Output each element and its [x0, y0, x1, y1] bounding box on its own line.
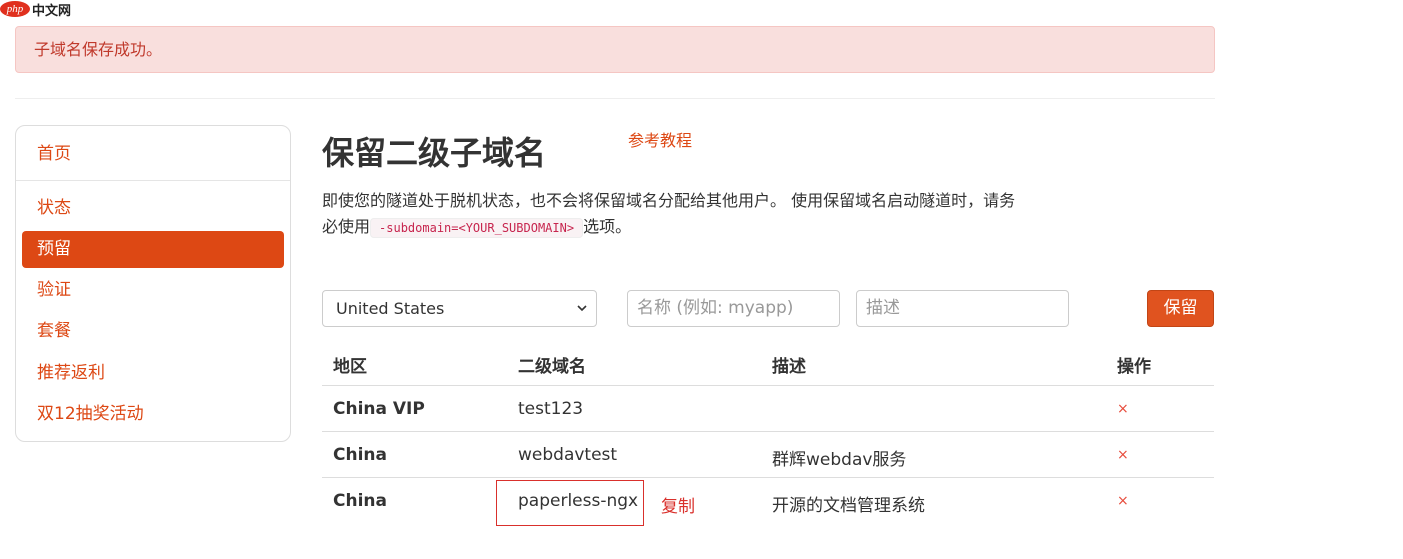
row-region: China — [333, 445, 387, 465]
row-subdomain: webdavtest — [518, 445, 618, 465]
alert-message: 子域名保存成功。 — [34, 40, 163, 59]
row-description: 开源的文档管理系统 — [772, 496, 925, 516]
tutorial-link[interactable]: 参考教程 — [628, 127, 692, 151]
sidebar-item-status[interactable]: 状态 — [22, 190, 284, 227]
sidebar-nav: 首页 状态 预留 验证 套餐 推荐返利 双12抽奖活动 — [15, 125, 291, 442]
row-description: 群辉webdav服务 — [772, 450, 907, 470]
table-row-divider — [322, 477, 1214, 478]
sidebar-item-referral[interactable]: 推荐返利 — [22, 355, 284, 392]
reserve-button[interactable]: 保留 — [1147, 290, 1214, 327]
region-select[interactable]: United States — [322, 290, 597, 327]
logo-php-badge: php — [0, 1, 30, 17]
sidebar-item-lottery[interactable]: 双12抽奖活动 — [22, 396, 284, 433]
sidebar-divider — [16, 180, 290, 181]
desc-placeholder: 描述 — [866, 298, 900, 318]
region-selected-value: United States — [336, 299, 445, 318]
delete-icon[interactable]: × — [1117, 447, 1129, 463]
header-divider — [15, 98, 1215, 99]
table-header-region: 地区 — [333, 357, 367, 377]
logo-site-name: 中文网 — [32, 3, 72, 19]
table-header-description: 描述 — [772, 357, 806, 377]
sidebar-item-reserve[interactable]: 预留 — [22, 231, 284, 268]
success-alert: 子域名保存成功。 — [15, 26, 1215, 73]
copy-annotation[interactable]: 复制 — [661, 492, 695, 517]
table-header-subdomain: 二级域名 — [518, 357, 586, 377]
highlight-box — [496, 480, 644, 526]
desc-text-2: 选项。 — [583, 217, 632, 236]
subdomain-name-input[interactable]: 名称 (例如: myapp) — [627, 290, 840, 327]
delete-icon[interactable]: × — [1117, 401, 1129, 417]
row-subdomain: test123 — [518, 399, 584, 419]
page-title: 保留二级子域名 — [322, 134, 547, 172]
sidebar-item-home[interactable]: 首页 — [22, 136, 284, 173]
subdomain-option-code: -subdomain=<YOUR_SUBDOMAIN> — [370, 218, 584, 238]
chevron-down-icon — [576, 291, 588, 340]
table-header-divider — [322, 385, 1214, 386]
row-region: China — [333, 491, 387, 511]
description-input[interactable]: 描述 — [856, 290, 1069, 327]
delete-icon[interactable]: × — [1117, 493, 1129, 509]
row-region: China VIP — [333, 399, 425, 419]
name-placeholder: 名称 (例如: myapp) — [637, 298, 794, 318]
sidebar-item-verify[interactable]: 验证 — [22, 272, 284, 309]
page-description: 即使您的隧道处于脱机状态，也不会将保留域名分配给其他用户。 使用保留域名启动隧道… — [322, 188, 1022, 241]
sidebar-item-plans[interactable]: 套餐 — [22, 313, 284, 350]
site-logo[interactable]: php 中文网 — [0, 0, 72, 19]
table-row-divider — [322, 431, 1214, 432]
table-header-action: 操作 — [1117, 357, 1151, 377]
